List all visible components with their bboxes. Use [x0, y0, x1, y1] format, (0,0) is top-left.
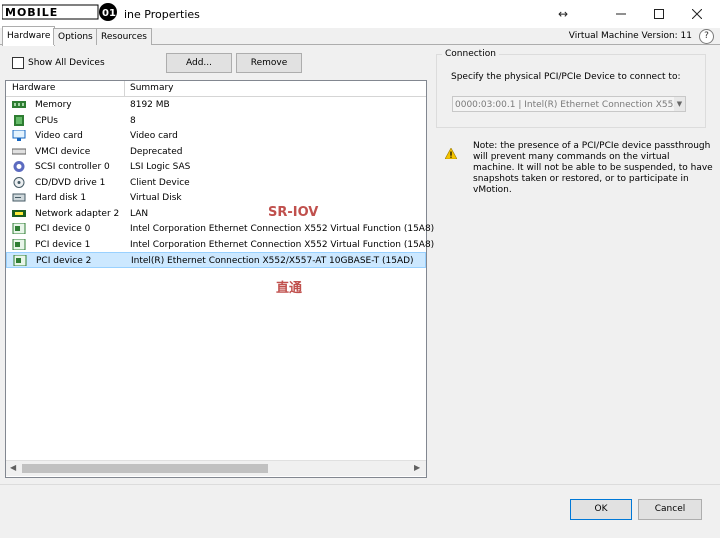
tab-hardware[interactable]: Hardware [2, 26, 56, 46]
close-icon [692, 9, 702, 19]
scrollbar-thumb[interactable] [22, 464, 268, 473]
hardware-name: Memory [35, 100, 72, 110]
cpu-icon [14, 114, 24, 126]
pci-device-icon [12, 238, 26, 250]
connection-description: Specify the physical PCI/PCIe Device to … [451, 72, 681, 82]
chevron-down-icon[interactable]: ▼ [674, 97, 685, 111]
column-header-hardware[interactable]: Hardware [12, 83, 55, 93]
network-adapter-icon [12, 209, 26, 217]
table-header: Hardware Summary [6, 81, 426, 97]
close-button[interactable] [674, 0, 720, 28]
horizontal-scrollbar[interactable]: ◀ ▶ [6, 460, 426, 476]
show-all-devices-label: Show All Devices [28, 58, 105, 68]
video-card-icon [12, 130, 26, 141]
resize-icon[interactable]: ↔ [540, 0, 586, 28]
hardware-summary: LSI Logic SAS [130, 162, 191, 172]
help-icon[interactable]: ? [699, 29, 714, 44]
table-row[interactable]: Hard disk 1 Virtual Disk [6, 190, 426, 206]
hardware-name: Hard disk 1 [35, 193, 87, 203]
connection-group [436, 54, 706, 128]
hardware-summary: Intel Corporation Ethernet Connection X5… [130, 224, 435, 234]
hardware-name: SCSI controller 0 [35, 162, 110, 172]
hardware-name: CD/DVD drive 1 [35, 177, 106, 188]
cancel-button[interactable]: Cancel [638, 499, 702, 520]
footer-divider [0, 484, 720, 485]
svg-text:01: 01 [102, 8, 116, 19]
tab-options[interactable]: Options [53, 28, 98, 45]
table-row[interactable]: CPUs 8 [6, 113, 426, 129]
sriov-annotation: SR-IOV [268, 205, 319, 220]
hardware-table[interactable]: Hardware Summary Memory 8192 MB CPUs 8 Video… [5, 80, 434, 478]
hardware-name: VMCI device [35, 146, 91, 157]
hardware-summary: Intel(R) Ethernet Connection X552/X557-A… [131, 256, 414, 266]
vmci-device-icon [12, 148, 26, 154]
hardware-name: PCI device 0 [35, 224, 91, 234]
hardware-summary: Intel Corporation Ethernet Connection X5… [130, 239, 435, 250]
show-all-devices-checkbox[interactable] [12, 57, 24, 69]
hardware-summary: 8192 MB [130, 100, 170, 110]
hardware-name: PCI device 1 [35, 239, 91, 250]
table-row[interactable]: Memory 8192 MB [6, 97, 426, 113]
scroll-right-icon[interactable]: ▶ [414, 463, 420, 472]
connection-group-label: Connection [442, 49, 499, 59]
hardware-summary: LAN [130, 208, 149, 219]
hardware-name: CPUs [35, 115, 58, 126]
ok-button[interactable]: OK [570, 499, 632, 520]
scroll-left-icon[interactable]: ◀ [10, 463, 16, 472]
table-row[interactable]: VMCI device Deprecated [6, 144, 426, 160]
site-logo: MOBILE 01 [2, 3, 117, 21]
passthrough-note: Note: the presence of a PCI/PCIe device … [473, 141, 713, 195]
window-title: ine Properties [124, 8, 200, 21]
minimize-icon [616, 13, 626, 15]
maximize-icon [654, 9, 664, 19]
table-row[interactable]: PCI device 1 Intel Corporation Ethernet C… [6, 237, 434, 253]
table-row[interactable]: Video card Video card [6, 128, 426, 144]
hardware-name: PCI device 2 [36, 256, 92, 266]
hard-disk-icon [12, 193, 26, 202]
cd-dvd-drive-icon [13, 176, 25, 188]
svg-text:MOBILE: MOBILE [5, 6, 58, 19]
hardware-name: Video card [35, 131, 83, 141]
passthrough-annotation: 直通 [276, 281, 303, 296]
table-row[interactable]: SCSI controller 0 LSI Logic SAS [6, 159, 426, 175]
memory-icon [12, 101, 26, 108]
pci-device-select[interactable]: 0000:03:00.1 | Intel(R) Ethernet Connect… [452, 96, 686, 112]
scsi-controller-icon [13, 161, 25, 172]
table-row[interactable]: Network adapter 2 LAN [6, 206, 426, 222]
remove-button[interactable]: Remove [236, 53, 302, 73]
table-row[interactable]: PCI device 0 Intel Corporation Ethernet C… [6, 221, 434, 237]
table-row[interactable]: PCI device 2 Intel(R) Ethernet Connection… [6, 252, 426, 268]
column-header-summary[interactable]: Summary [130, 83, 174, 93]
hardware-summary: Virtual Disk [130, 193, 182, 203]
hardware-summary: Client Device [130, 177, 190, 188]
add-button[interactable]: Add... [166, 53, 232, 73]
hardware-name: Network adapter 2 [35, 208, 120, 219]
hardware-summary: Deprecated [130, 146, 183, 157]
hardware-summary: Video card [130, 131, 178, 141]
tab-resources[interactable]: Resources [96, 28, 152, 45]
pci-device-icon [13, 255, 27, 266]
column-separator[interactable] [124, 81, 125, 96]
pci-device-icon [12, 223, 26, 234]
hardware-summary: 8 [130, 115, 136, 126]
vm-version-label: Virtual Machine Version: 11 [568, 31, 692, 41]
warning-icon [445, 148, 457, 159]
table-row[interactable]: CD/DVD drive 1 Client Device [6, 175, 426, 191]
